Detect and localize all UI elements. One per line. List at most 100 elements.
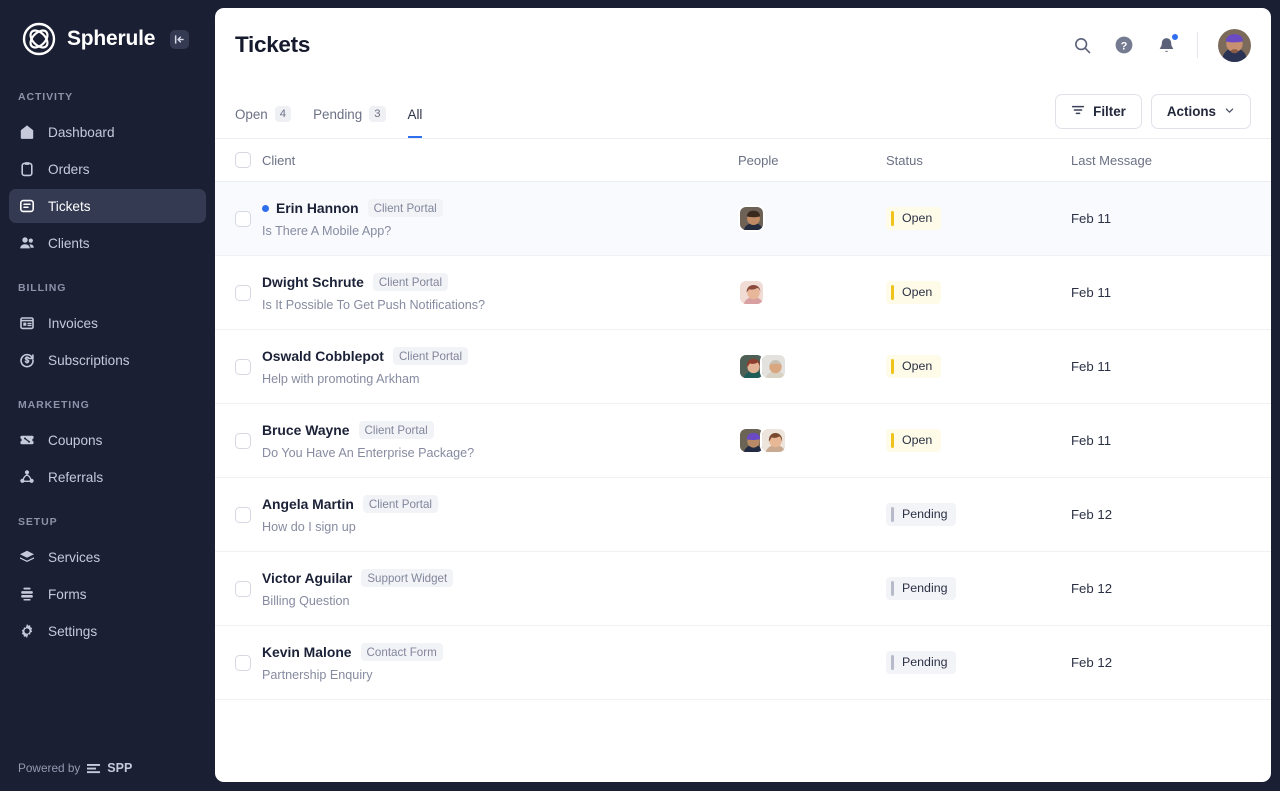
spp-brand[interactable]: SPP <box>87 761 132 775</box>
bell-icon[interactable] <box>1155 34 1177 56</box>
tab-label: All <box>408 107 423 122</box>
actions-button[interactable]: Actions <box>1151 94 1251 129</box>
sidebar-item-label: Forms <box>48 587 87 602</box>
table-row[interactable]: Victor Aguilar Support Widget Billing Qu… <box>215 552 1271 626</box>
nav-group-title: BILLING <box>0 282 215 306</box>
column-header-last-message[interactable]: Last Message <box>1071 153 1271 168</box>
gear-icon <box>18 623 35 640</box>
topbar: Tickets ? <box>215 8 1271 82</box>
tab-open[interactable]: Open 4 <box>235 82 291 138</box>
person-avatar[interactable] <box>738 279 765 306</box>
sidebar-item-forms[interactable]: Forms <box>9 577 206 611</box>
tab-count: 4 <box>275 106 291 122</box>
select-all-checkbox[interactable] <box>235 152 251 168</box>
sidebar-item-tickets[interactable]: Tickets <box>9 189 206 223</box>
row-select-cell <box>215 507 262 523</box>
source-badge: Support Widget <box>361 569 453 587</box>
page-title: Tickets <box>235 32 310 58</box>
column-header-status[interactable]: Status <box>886 153 1071 168</box>
sidebar-item-clients[interactable]: Clients <box>9 226 206 260</box>
table-row[interactable]: Kevin Malone Contact Form Partnership En… <box>215 626 1271 700</box>
spherule-logo-icon <box>22 22 56 56</box>
column-header-client[interactable]: Client <box>262 153 738 168</box>
sidebar-item-subscriptions[interactable]: Subscriptions <box>9 343 206 377</box>
sidebar-item-dashboard[interactable]: Dashboard <box>9 115 206 149</box>
tabs-bar: Open 4 Pending 3 All <box>215 82 1271 138</box>
client-name: Dwight Schrute <box>262 274 364 290</box>
table-row[interactable]: Angela Martin Client Portal How do I sig… <box>215 478 1271 552</box>
person-avatar[interactable] <box>738 205 765 232</box>
source-badge: Contact Form <box>361 643 443 661</box>
row-checkbox[interactable] <box>235 507 251 523</box>
nav-group-title: MARKETING <box>0 399 215 423</box>
status-badge: Pending <box>886 503 956 526</box>
row-checkbox[interactable] <box>235 211 251 227</box>
collapse-sidebar-button[interactable] <box>170 30 189 49</box>
tab-pending[interactable]: Pending 3 <box>313 82 385 138</box>
table-row[interactable]: Oswald Cobblepot Client Portal Help with… <box>215 330 1271 404</box>
sidebar-item-services[interactable]: Services <box>9 540 206 574</box>
dollar-refresh-icon <box>18 352 35 369</box>
spp-label: SPP <box>107 761 132 775</box>
ticket-subject: Billing Question <box>262 594 738 608</box>
tabs: Open 4 Pending 3 All <box>235 82 422 138</box>
row-select-cell <box>215 285 262 301</box>
client-cell: Dwight Schrute Client Portal Is It Possi… <box>262 273 738 312</box>
sidebar-item-coupons[interactable]: Coupons <box>9 423 206 457</box>
status-label: Open <box>902 285 932 299</box>
row-checkbox[interactable] <box>235 359 251 375</box>
last-message-cell: Feb 12 <box>1071 507 1271 522</box>
person-avatar[interactable] <box>760 353 787 380</box>
tab-all[interactable]: All <box>408 82 423 138</box>
last-message-cell: Feb 11 <box>1071 285 1271 300</box>
client-name: Kevin Malone <box>262 644 352 660</box>
tab-label: Open <box>235 107 268 122</box>
column-header-people[interactable]: People <box>738 153 886 168</box>
help-circle-icon[interactable]: ? <box>1113 34 1135 56</box>
sidebar-item-settings[interactable]: Settings <box>9 614 206 648</box>
row-checkbox[interactable] <box>235 655 251 671</box>
content-panel: Tickets ? <box>215 8 1271 782</box>
home-icon <box>18 124 35 141</box>
last-message-cell: Feb 12 <box>1071 581 1271 596</box>
status-badge: Open <box>886 207 941 230</box>
nav-group-setup: SETUP Services Forms Settings <box>0 516 215 648</box>
search-icon[interactable] <box>1071 34 1093 56</box>
collapse-sidebar-icon <box>174 34 185 45</box>
last-message-cell: Feb 12 <box>1071 655 1271 670</box>
sidebar-item-referrals[interactable]: Referrals <box>9 460 206 494</box>
chevron-down-icon <box>1224 104 1235 119</box>
table-row[interactable]: Dwight Schrute Client Portal Is It Possi… <box>215 256 1271 330</box>
last-message-cell: Feb 11 <box>1071 359 1271 374</box>
nav-group-activity: ACTIVITY Dashboard Orders Tickets <box>0 91 215 260</box>
source-badge: Client Portal <box>373 273 448 291</box>
person-avatar[interactable] <box>760 427 787 454</box>
people-cell <box>738 353 886 380</box>
client-cell: Victor Aguilar Support Widget Billing Qu… <box>262 569 738 608</box>
sidebar-item-label: Coupons <box>48 433 102 448</box>
status-bar <box>891 285 894 300</box>
sidebar-item-orders[interactable]: Orders <box>9 152 206 186</box>
status-label: Pending <box>902 507 947 521</box>
sidebar-nav: ACTIVITY Dashboard Orders Tickets <box>0 78 215 745</box>
filter-button[interactable]: Filter <box>1055 94 1142 129</box>
sidebar-item-invoices[interactable]: Invoices <box>9 306 206 340</box>
status-label: Open <box>902 359 932 373</box>
source-badge: Client Portal <box>363 495 438 513</box>
row-checkbox[interactable] <box>235 433 251 449</box>
row-checkbox[interactable] <box>235 581 251 597</box>
table-row[interactable]: Erin Hannon Client Portal Is There A Mob… <box>215 182 1271 256</box>
sidebar-item-label: Settings <box>48 624 97 639</box>
main-area: Tickets ? <box>215 0 1280 791</box>
status-cell: Open <box>886 355 1071 379</box>
row-checkbox[interactable] <box>235 285 251 301</box>
status-label: Open <box>902 433 932 447</box>
row-select-cell <box>215 359 262 375</box>
status-bar <box>891 433 894 448</box>
row-select-cell <box>215 211 262 227</box>
last-message-cell: Feb 11 <box>1071 433 1271 448</box>
row-select-cell <box>215 655 262 671</box>
layers-icon <box>18 549 35 566</box>
avatar[interactable] <box>1218 29 1251 62</box>
table-row[interactable]: Bruce Wayne Client Portal Do You Have An… <box>215 404 1271 478</box>
